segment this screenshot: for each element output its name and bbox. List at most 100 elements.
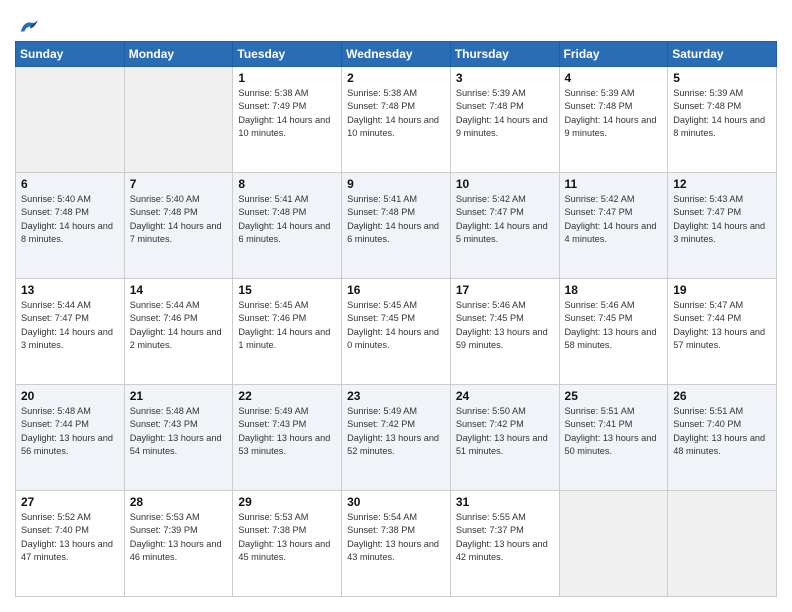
day-cell <box>668 491 777 597</box>
week-row-1: 1 Sunrise: 5:38 AMSunset: 7:49 PMDaylight… <box>16 67 777 173</box>
day-info: Sunrise: 5:53 AMSunset: 7:39 PMDaylight:… <box>130 511 228 564</box>
day-number: 14 <box>130 283 228 297</box>
day-cell: 17 Sunrise: 5:46 AMSunset: 7:45 PMDayligh… <box>450 279 559 385</box>
day-number: 1 <box>238 71 336 85</box>
day-cell: 16 Sunrise: 5:45 AMSunset: 7:45 PMDayligh… <box>342 279 451 385</box>
day-number: 8 <box>238 177 336 191</box>
logo <box>15 15 39 33</box>
day-info: Sunrise: 5:47 AMSunset: 7:44 PMDaylight:… <box>673 299 771 352</box>
day-cell: 21Sunrise: 5:48 AMSunset: 7:43 PMDayligh… <box>124 385 233 491</box>
day-cell: 7 Sunrise: 5:40 AMSunset: 7:48 PMDaylight… <box>124 173 233 279</box>
day-info: Sunrise: 5:45 AMSunset: 7:46 PMDaylight:… <box>238 299 336 352</box>
day-cell <box>124 67 233 173</box>
day-cell: 30Sunrise: 5:54 AMSunset: 7:38 PMDayligh… <box>342 491 451 597</box>
day-number: 31 <box>456 495 554 509</box>
day-number: 6 <box>21 177 119 191</box>
day-cell: 18Sunrise: 5:46 AMSunset: 7:45 PMDayligh… <box>559 279 668 385</box>
calendar-table: SundayMondayTuesdayWednesdayThursdayFrid… <box>15 41 777 597</box>
day-cell: 5Sunrise: 5:39 AMSunset: 7:48 PMDaylight… <box>668 67 777 173</box>
day-number: 12 <box>673 177 771 191</box>
weekday-header-monday: Monday <box>124 42 233 67</box>
day-info: Sunrise: 5:40 AMSunset: 7:48 PMDaylight:… <box>21 193 119 246</box>
day-cell: 2Sunrise: 5:38 AMSunset: 7:48 PMDaylight… <box>342 67 451 173</box>
day-info: Sunrise: 5:44 AMSunset: 7:46 PMDaylight:… <box>130 299 228 352</box>
day-number: 27 <box>21 495 119 509</box>
week-row-3: 13 Sunrise: 5:44 AMSunset: 7:47 PMDayligh… <box>16 279 777 385</box>
day-cell: 15 Sunrise: 5:45 AMSunset: 7:46 PMDayligh… <box>233 279 342 385</box>
day-number: 19 <box>673 283 771 297</box>
day-cell: 28 Sunrise: 5:53 AMSunset: 7:39 PMDayligh… <box>124 491 233 597</box>
week-row-5: 27 Sunrise: 5:52 AMSunset: 7:40 PMDayligh… <box>16 491 777 597</box>
day-info: Sunrise: 5:53 AMSunset: 7:38 PMDaylight:… <box>238 511 336 564</box>
weekday-header-tuesday: Tuesday <box>233 42 342 67</box>
day-number: 9 <box>347 177 445 191</box>
day-info: Sunrise: 5:39 AMSunset: 7:48 PMDaylight:… <box>673 87 771 140</box>
day-cell: 11Sunrise: 5:42 AMSunset: 7:47 PMDayligh… <box>559 173 668 279</box>
day-info: Sunrise: 5:43 AMSunset: 7:47 PMDaylight:… <box>673 193 771 246</box>
day-number: 7 <box>130 177 228 191</box>
day-cell: 20Sunrise: 5:48 AMSunset: 7:44 PMDayligh… <box>16 385 125 491</box>
day-cell <box>16 67 125 173</box>
day-cell: 4 Sunrise: 5:39 AMSunset: 7:48 PMDaylight… <box>559 67 668 173</box>
day-cell <box>559 491 668 597</box>
day-cell: 10 Sunrise: 5:42 AMSunset: 7:47 PMDayligh… <box>450 173 559 279</box>
day-info: Sunrise: 5:51 AMSunset: 7:40 PMDaylight:… <box>673 405 771 458</box>
day-info: Sunrise: 5:49 AMSunset: 7:42 PMDaylight:… <box>347 405 445 458</box>
day-cell: 22 Sunrise: 5:49 AMSunset: 7:43 PMDayligh… <box>233 385 342 491</box>
day-cell: 1 Sunrise: 5:38 AMSunset: 7:49 PMDaylight… <box>233 67 342 173</box>
day-number: 29 <box>238 495 336 509</box>
day-number: 23 <box>347 389 445 403</box>
day-info: Sunrise: 5:39 AMSunset: 7:48 PMDaylight:… <box>565 87 663 140</box>
day-number: 3 <box>456 71 554 85</box>
day-cell: 13 Sunrise: 5:44 AMSunset: 7:47 PMDayligh… <box>16 279 125 385</box>
day-cell: 31 Sunrise: 5:55 AMSunset: 7:37 PMDayligh… <box>450 491 559 597</box>
day-number: 24 <box>456 389 554 403</box>
day-cell: 23 Sunrise: 5:49 AMSunset: 7:42 PMDayligh… <box>342 385 451 491</box>
day-number: 4 <box>565 71 663 85</box>
day-info: Sunrise: 5:46 AMSunset: 7:45 PMDaylight:… <box>456 299 554 352</box>
weekday-header-row: SundayMondayTuesdayWednesdayThursdayFrid… <box>16 42 777 67</box>
day-number: 10 <box>456 177 554 191</box>
day-info: Sunrise: 5:38 AMSunset: 7:49 PMDaylight:… <box>238 87 336 140</box>
day-cell: 8 Sunrise: 5:41 AMSunset: 7:48 PMDaylight… <box>233 173 342 279</box>
day-info: Sunrise: 5:46 AMSunset: 7:45 PMDaylight:… <box>565 299 663 352</box>
day-cell: 29 Sunrise: 5:53 AMSunset: 7:38 PMDayligh… <box>233 491 342 597</box>
day-info: Sunrise: 5:52 AMSunset: 7:40 PMDaylight:… <box>21 511 119 564</box>
day-info: Sunrise: 5:42 AMSunset: 7:47 PMDaylight:… <box>565 193 663 246</box>
day-info: Sunrise: 5:50 AMSunset: 7:42 PMDaylight:… <box>456 405 554 458</box>
day-number: 26 <box>673 389 771 403</box>
day-info: Sunrise: 5:45 AMSunset: 7:45 PMDaylight:… <box>347 299 445 352</box>
day-cell: 24 Sunrise: 5:50 AMSunset: 7:42 PMDayligh… <box>450 385 559 491</box>
day-info: Sunrise: 5:48 AMSunset: 7:43 PMDaylight:… <box>130 405 228 458</box>
day-info: Sunrise: 5:55 AMSunset: 7:37 PMDaylight:… <box>456 511 554 564</box>
day-info: Sunrise: 5:44 AMSunset: 7:47 PMDaylight:… <box>21 299 119 352</box>
weekday-header-wednesday: Wednesday <box>342 42 451 67</box>
day-info: Sunrise: 5:41 AMSunset: 7:48 PMDaylight:… <box>347 193 445 246</box>
day-cell: 9 Sunrise: 5:41 AMSunset: 7:48 PMDaylight… <box>342 173 451 279</box>
day-info: Sunrise: 5:42 AMSunset: 7:47 PMDaylight:… <box>456 193 554 246</box>
day-number: 22 <box>238 389 336 403</box>
weekday-header-thursday: Thursday <box>450 42 559 67</box>
weekday-header-friday: Friday <box>559 42 668 67</box>
day-info: Sunrise: 5:38 AMSunset: 7:48 PMDaylight:… <box>347 87 445 140</box>
weekday-header-sunday: Sunday <box>16 42 125 67</box>
day-cell: 25Sunrise: 5:51 AMSunset: 7:41 PMDayligh… <box>559 385 668 491</box>
day-cell: 14 Sunrise: 5:44 AMSunset: 7:46 PMDayligh… <box>124 279 233 385</box>
day-number: 15 <box>238 283 336 297</box>
day-number: 28 <box>130 495 228 509</box>
day-number: 13 <box>21 283 119 297</box>
day-number: 20 <box>21 389 119 403</box>
day-cell: 19 Sunrise: 5:47 AMSunset: 7:44 PMDayligh… <box>668 279 777 385</box>
day-info: Sunrise: 5:41 AMSunset: 7:48 PMDaylight:… <box>238 193 336 246</box>
logo-bird-icon <box>17 15 39 37</box>
day-info: Sunrise: 5:49 AMSunset: 7:43 PMDaylight:… <box>238 405 336 458</box>
weekday-header-saturday: Saturday <box>668 42 777 67</box>
day-cell: 3Sunrise: 5:39 AMSunset: 7:48 PMDaylight… <box>450 67 559 173</box>
day-info: Sunrise: 5:40 AMSunset: 7:48 PMDaylight:… <box>130 193 228 246</box>
day-info: Sunrise: 5:54 AMSunset: 7:38 PMDaylight:… <box>347 511 445 564</box>
day-number: 16 <box>347 283 445 297</box>
day-cell: 12 Sunrise: 5:43 AMSunset: 7:47 PMDayligh… <box>668 173 777 279</box>
day-number: 17 <box>456 283 554 297</box>
day-cell: 27 Sunrise: 5:52 AMSunset: 7:40 PMDayligh… <box>16 491 125 597</box>
week-row-2: 6 Sunrise: 5:40 AMSunset: 7:48 PMDaylight… <box>16 173 777 279</box>
